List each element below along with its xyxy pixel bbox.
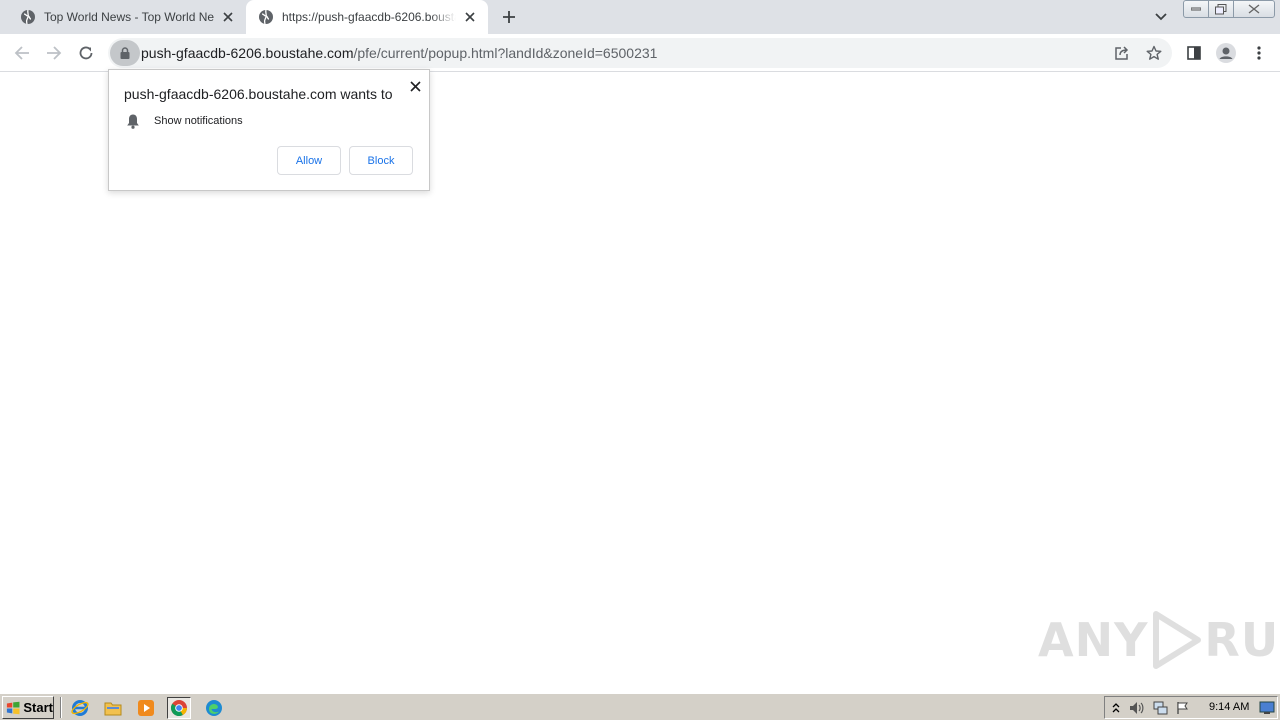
chrome-icon [171,700,187,716]
arrow-right-icon [47,46,62,60]
star-icon[interactable] [1143,42,1165,64]
globe-icon [20,9,36,25]
close-icon [409,80,421,92]
volume-icon[interactable] [1129,700,1145,716]
tab-strip: Top World News - Top World News https://… [0,0,1280,34]
start-button[interactable]: Start [2,696,54,719]
watermark-left: ANY [1038,613,1149,667]
close-icon [1248,4,1260,14]
start-label: Start [23,700,53,715]
address-bar[interactable]: push-gfaacdb-6206.boustahe.com/pfe/curre… [108,38,1172,68]
new-tab-button[interactable] [497,5,521,29]
show-hidden-icons-button[interactable] [1108,700,1124,716]
tab-push-popup[interactable]: https://push-gfaacdb-6206.boustahe.com/p… [246,0,488,34]
watermark-right: RUN [1204,613,1280,667]
chevron-down-icon [1155,13,1167,21]
prompt-close-button[interactable] [405,76,425,96]
media-player-icon[interactable] [134,697,158,719]
play-logo-icon [1153,611,1202,669]
minimize-button[interactable] [1183,0,1209,18]
tab-top-world-news[interactable]: Top World News - Top World News [0,0,246,34]
allow-button[interactable]: Allow [277,146,341,175]
internet-explorer-icon[interactable] [68,697,92,719]
menu-button[interactable] [1245,39,1273,67]
tab-close-icon[interactable] [220,9,236,25]
forward-button[interactable] [40,39,68,67]
reload-button[interactable] [72,39,100,67]
block-button[interactable]: Block [349,146,413,175]
taskbar-clock[interactable]: 9:14 AM [1209,697,1249,718]
close-window-button[interactable] [1233,0,1275,18]
permission-label: Show notifications [154,115,243,127]
tab-close-icon[interactable] [462,9,478,25]
share-icon[interactable] [1111,42,1133,64]
back-button[interactable] [8,39,36,67]
tab-title: Top World News - Top World News [44,10,214,24]
plus-icon [503,11,515,23]
tab-title: https://push-gfaacdb-6206.boustahe.com/p… [282,10,456,24]
permission-row: Show notifications [124,112,243,130]
edge-icon[interactable] [202,697,226,719]
url-path: /pfe/current/popup.html?landId&zoneId=65… [353,45,658,61]
url-text[interactable]: push-gfaacdb-6206.boustahe.com/pfe/curre… [141,38,657,68]
restore-button[interactable] [1208,0,1234,18]
network-icon[interactable] [1152,700,1168,716]
chevron-up-icon [1112,703,1120,713]
anyrun-watermark: ANY RUN [1038,608,1280,672]
avatar-icon [1216,43,1236,63]
notification-permission-prompt: push-gfaacdb-6206.boustahe.com wants to … [108,69,430,191]
windows-taskbar: Start 9:14 AM [0,693,1280,720]
minimize-icon [1191,7,1201,11]
reload-icon [79,46,93,60]
show-desktop-icon[interactable] [1259,700,1275,716]
taskbar-separator [60,697,62,718]
tab-search-button[interactable] [1150,6,1172,28]
profile-button[interactable] [1212,39,1240,67]
prompt-title: push-gfaacdb-6206.boustahe.com wants to [124,86,393,102]
globe-icon [258,9,274,25]
system-tray: 9:14 AM [1104,696,1278,719]
side-panel-button[interactable] [1180,39,1208,67]
arrow-left-icon [14,46,29,60]
kebab-menu-icon [1257,46,1261,60]
windows-logo-icon [6,701,20,714]
file-explorer-icon[interactable] [101,697,125,719]
lock-icon[interactable] [110,40,140,66]
chrome-taskbar-button[interactable] [167,697,191,719]
action-center-flag-icon[interactable] [1175,700,1191,716]
url-host: push-gfaacdb-6206.boustahe.com [141,45,354,61]
side-panel-icon [1187,46,1201,60]
restore-icon [1215,3,1227,14]
bell-icon [124,112,142,130]
browser-toolbar: push-gfaacdb-6206.boustahe.com/pfe/curre… [0,34,1280,72]
